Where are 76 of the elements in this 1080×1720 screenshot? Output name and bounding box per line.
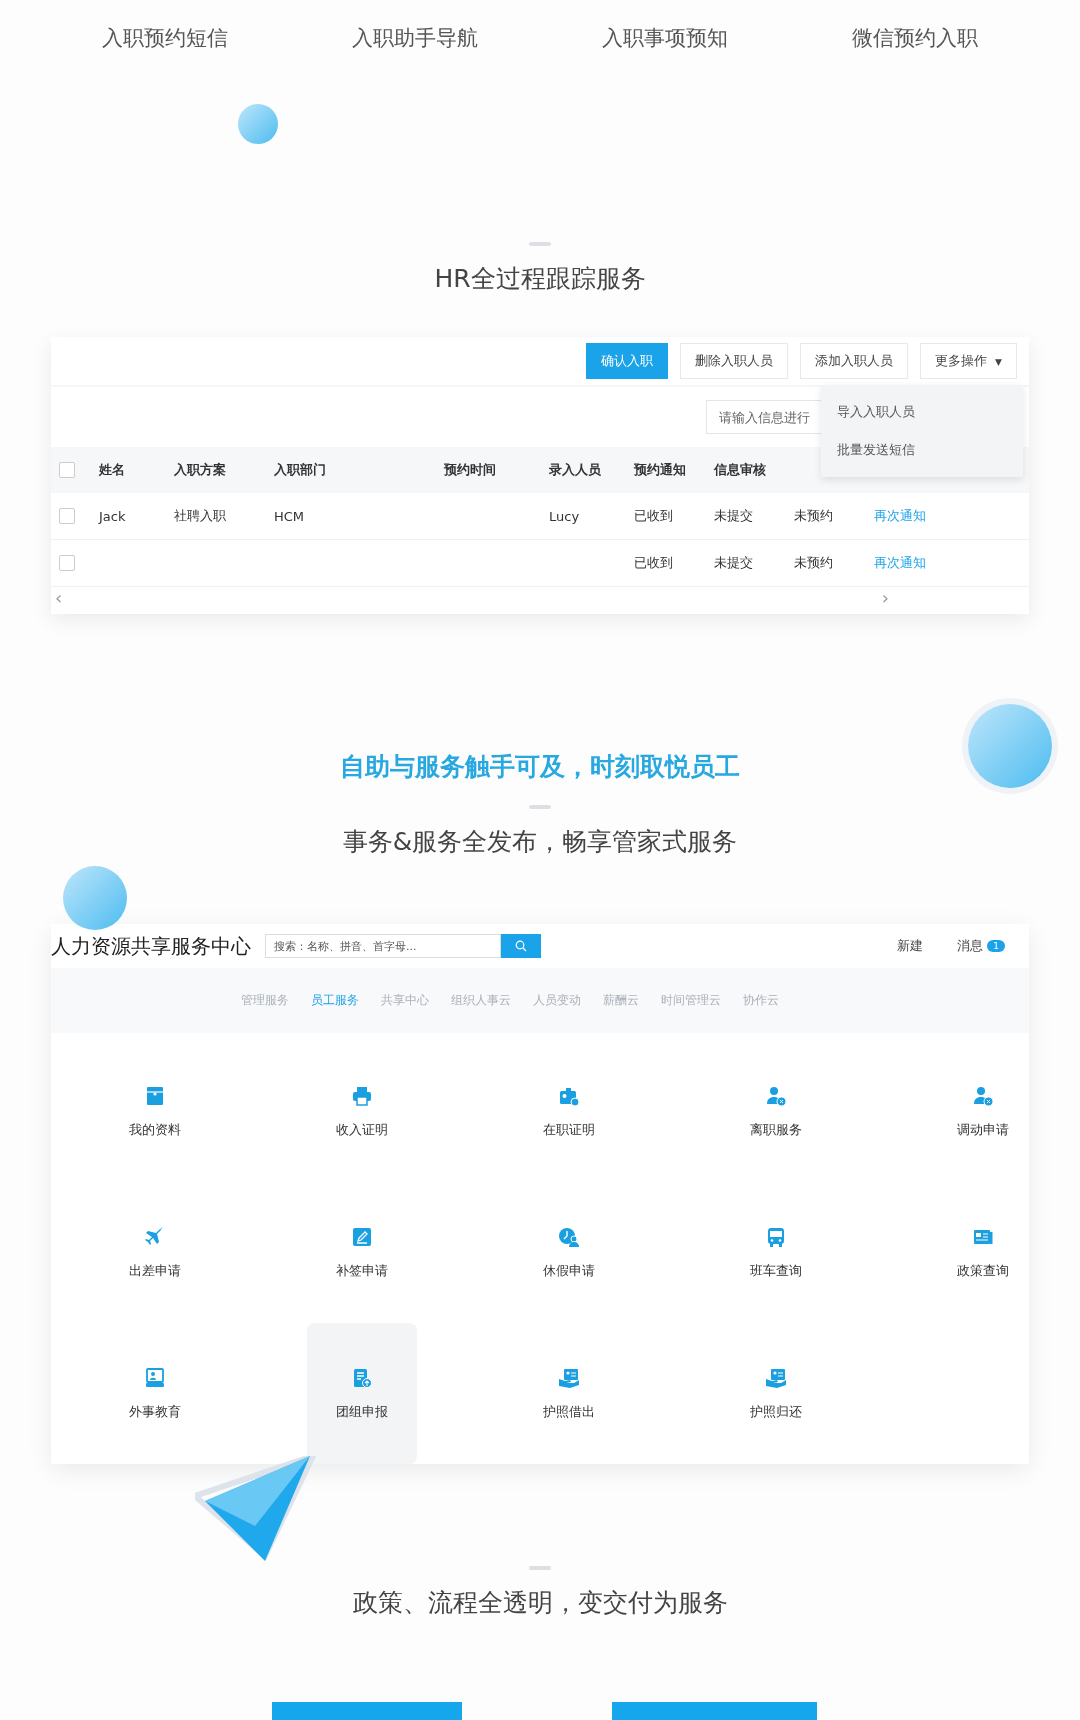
- airplane-icon: [143, 1225, 166, 1248]
- service-tile[interactable]: 补签申请: [306, 1182, 417, 1323]
- checkbox[interactable]: [59, 508, 75, 524]
- service-tile[interactable]: 休假申请: [513, 1182, 624, 1323]
- feature-label: 微信预约入职: [852, 25, 978, 52]
- tile-label: 政策查询: [956, 1261, 1009, 1280]
- toolbar-button[interactable]: 添加入职人员: [800, 343, 909, 379]
- table-cell: HCM: [274, 508, 305, 524]
- headline: 自助与服务触手可及，时刻取悦员工: [340, 751, 740, 783]
- tile-label: 外事教育: [128, 1402, 181, 1421]
- service-tile[interactable]: 护照归还: [720, 1323, 831, 1464]
- service-tile[interactable]: 我的资料: [99, 1041, 210, 1182]
- service-tile[interactable]: 护照借出: [513, 1323, 624, 1464]
- classroom-icon: [143, 1366, 166, 1389]
- new-link[interactable]: 新建: [897, 937, 924, 955]
- section-title: 政策、流程全透明，变交付为服务: [352, 1587, 728, 1619]
- user-remove-icon: [764, 1084, 787, 1107]
- tile-label: 团组申报: [335, 1402, 388, 1421]
- column-header: 入职部门: [274, 462, 326, 477]
- tile-label: 调动申请: [956, 1120, 1009, 1139]
- section-title: 事务&服务全发布，畅享管家式服务: [342, 826, 738, 858]
- column-header: 预约通知: [634, 462, 686, 477]
- column-header: 预约时间: [444, 462, 496, 477]
- tile-label: 护照归还: [749, 1402, 802, 1421]
- menu-item[interactable]: 批量发送短信: [821, 431, 1023, 469]
- tile-label: 出差申请: [128, 1261, 181, 1280]
- tile-label: 班车查询: [749, 1261, 802, 1280]
- hand-card-icon: [764, 1366, 787, 1389]
- table-cell: Lucy: [549, 508, 580, 524]
- table-cell: 未预约: [794, 508, 833, 523]
- table-cell: 已收到: [634, 508, 673, 523]
- table-cell: Jack: [99, 508, 126, 524]
- section-title: HR全过程跟踪服务: [434, 263, 646, 295]
- toolbar-button[interactable]: 删除入职人员: [680, 343, 789, 379]
- table-cell: 已收到: [634, 555, 673, 570]
- feature-label: 入职助手导航: [352, 25, 478, 52]
- table-cell: 未预约: [794, 555, 833, 570]
- tile-label: 补签申请: [335, 1261, 388, 1280]
- table-cell: 未提交: [714, 555, 753, 570]
- table-cell: 未提交: [714, 508, 753, 523]
- tile-label: 在职证明: [542, 1120, 595, 1139]
- portal-title: 人力资源共享服务中心: [51, 932, 251, 960]
- service-tile[interactable]: 在职证明: [513, 1041, 624, 1182]
- search-button[interactable]: [501, 934, 541, 958]
- clock-user-icon: [557, 1225, 580, 1248]
- tile-label: 我的资料: [128, 1120, 181, 1139]
- service-tile[interactable]: 调动申请: [927, 1041, 1038, 1182]
- column-header: 姓名: [99, 462, 125, 477]
- hand-card-icon: [557, 1366, 580, 1389]
- service-tile[interactable]: 出差申请: [99, 1182, 210, 1323]
- service-tile[interactable]: 班车查询: [720, 1182, 831, 1323]
- service-tile[interactable]: 离职服务: [720, 1041, 831, 1182]
- search-icon: [515, 940, 527, 952]
- messages-link[interactable]: 消息: [957, 937, 984, 955]
- service-tile[interactable]: 政策查询: [927, 1182, 1038, 1323]
- column-header: 信息审核: [714, 462, 766, 477]
- tile-label: 离职服务: [749, 1120, 802, 1139]
- decorative-circle: [238, 104, 278, 144]
- edit-icon: [350, 1225, 373, 1248]
- column-header: 入职方案: [174, 462, 226, 477]
- table-cell: 社聘入职: [174, 508, 226, 523]
- printer-icon: [350, 1084, 373, 1107]
- tile-label: 收入证明: [335, 1120, 388, 1139]
- feature-label: 入职预约短信: [102, 25, 228, 52]
- service-tile[interactable]: 团组申报: [306, 1323, 417, 1464]
- search-field[interactable]: 搜索：名称、拼音、首字母...: [265, 934, 501, 958]
- service-tile[interactable]: 外事教育: [99, 1323, 210, 1464]
- tile-label: 护照借出: [542, 1402, 595, 1421]
- service-tile[interactable]: 收入证明: [306, 1041, 417, 1182]
- feature-label: 入职事项预知: [602, 25, 728, 52]
- checkbox[interactable]: [59, 462, 75, 478]
- message-count-badge: 1: [987, 940, 1005, 952]
- column-header: 录入人员: [549, 462, 601, 477]
- checkbox[interactable]: [59, 555, 75, 571]
- tile-label: 休假申请: [542, 1261, 595, 1280]
- more-actions-button[interactable]: 更多操作 ▼: [920, 343, 1017, 379]
